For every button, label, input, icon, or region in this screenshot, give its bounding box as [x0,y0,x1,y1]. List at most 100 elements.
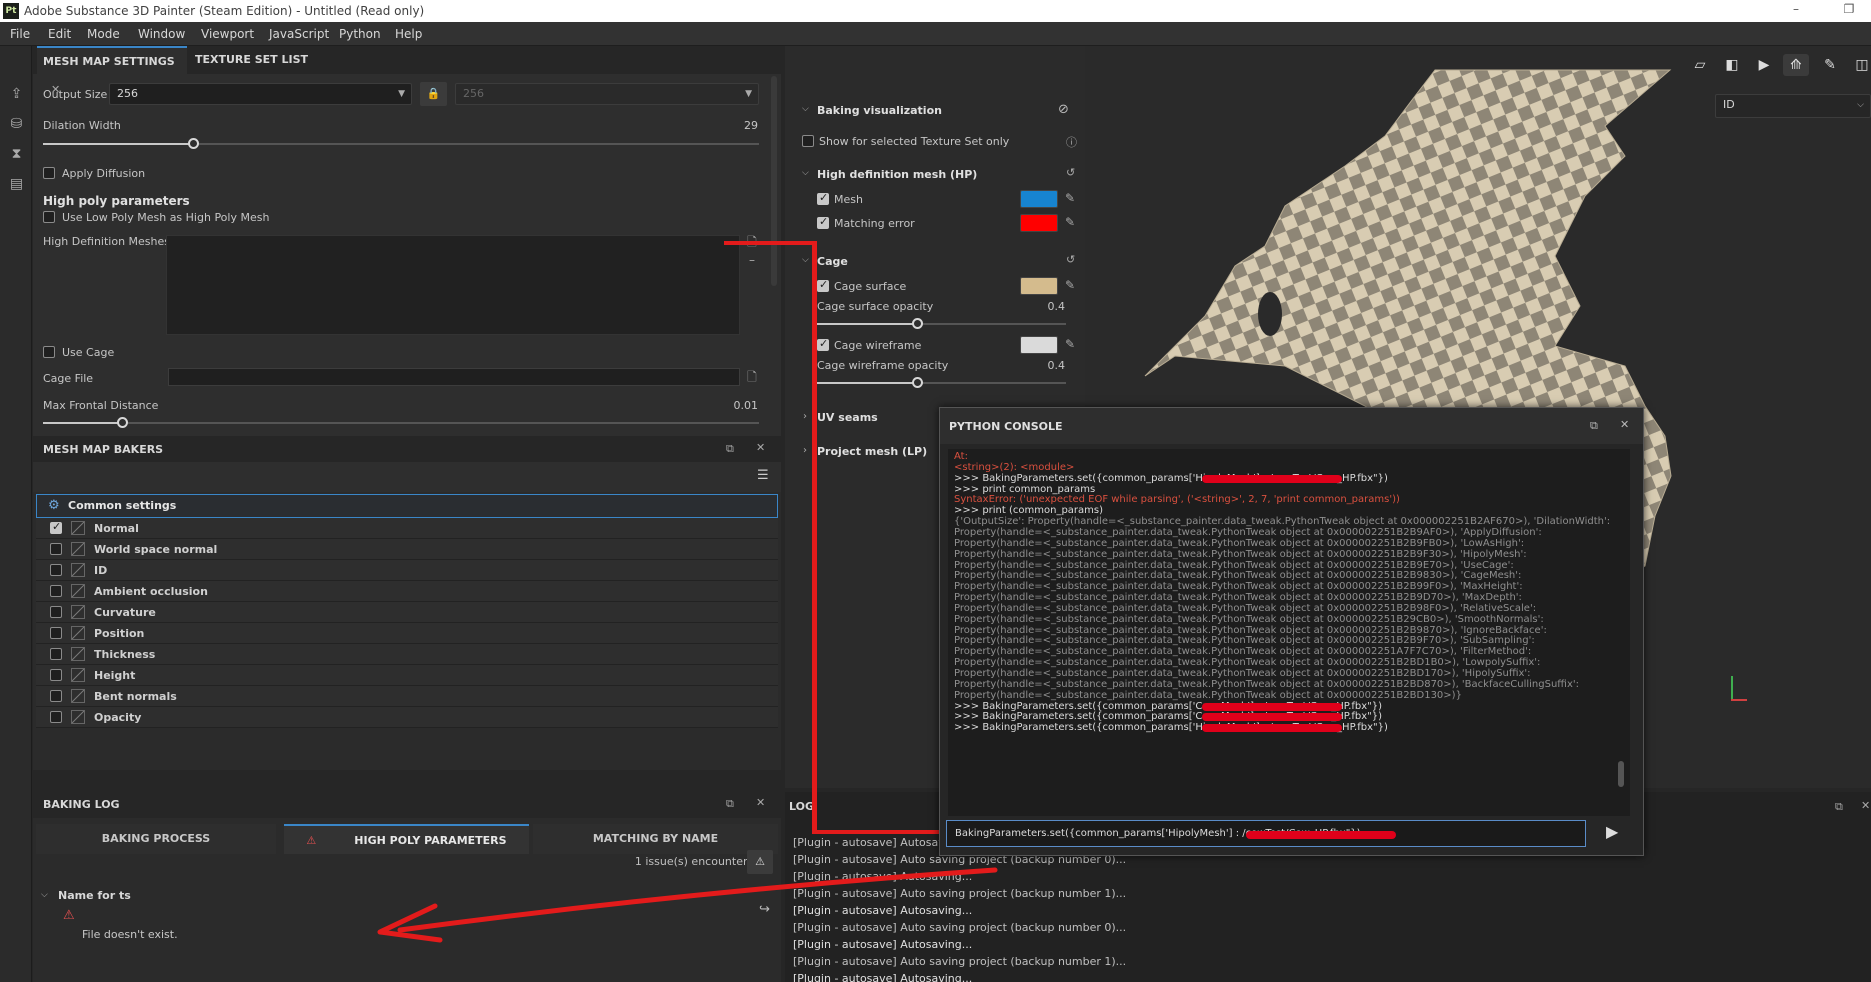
float-icon[interactable]: ⧉ [1835,800,1843,814]
info-icon[interactable]: ⓘ [1066,134,1077,150]
console-scrollbar[interactable] [1618,761,1624,787]
tab-mesh-map-settings[interactable]: MESH MAP SETTINGS ✕ [37,46,187,96]
menu-help[interactable]: Help [395,27,422,41]
menu-python[interactable]: Python [339,27,381,41]
close-icon[interactable]: ✕ [1620,418,1629,431]
chevron-down-icon[interactable]: ⌵ [802,104,809,114]
chevron-down-icon[interactable]: ⌵ [41,890,48,900]
warning-icon[interactable]: ⚠ [747,850,773,874]
float-icon[interactable]: ⧉ [726,797,734,811]
max-frontal-thumb[interactable] [116,417,128,428]
float-icon[interactable]: ⧉ [726,442,734,456]
common-settings-row[interactable]: ⚙ Common settings [36,494,778,518]
baker-checkbox[interactable] [50,627,62,639]
camera-icon[interactable]: ▶ [1751,54,1777,76]
remove-icon[interactable]: – [744,252,760,268]
cage-surface-color-swatch[interactable] [1020,277,1058,295]
baker-row[interactable]: Bent normals [36,686,778,707]
menu-edit[interactable]: Edit [48,27,71,41]
tab-baking-process[interactable]: BAKING PROCESS [36,824,276,854]
cage-wireframe-opacity-thumb[interactable] [911,377,923,388]
menu-window[interactable]: Window [138,27,185,41]
cage-file-input[interactable] [168,368,740,386]
eyedropper-icon[interactable]: ✎ [1065,191,1075,205]
bake-icon[interactable]: ⛁ [8,116,25,133]
max-frontal-slider[interactable] [43,422,759,424]
window-icon[interactable]: ◫ [1849,54,1871,76]
hd-meshes-list[interactable] [166,235,740,335]
cage-surface-opacity-thumb[interactable] [911,318,923,329]
cube-icon[interactable]: ◧ [1719,54,1745,76]
run-icon[interactable]: ▶ [1606,822,1618,841]
tab-matching-by-name[interactable]: MATCHING BY NAME [533,824,778,854]
baker-checkbox[interactable] [50,690,62,702]
bake-visual-icon[interactable]: ⟰ [1783,54,1809,76]
reset-icon[interactable]: ↺ [1066,166,1075,179]
cage-surface-checkbox[interactable] [817,278,829,292]
channel-dropdown[interactable]: ID ⌵ [1715,94,1871,118]
mms-scrollbar[interactable] [771,76,777,286]
hourglass-icon[interactable]: ⧗ [8,146,25,163]
baker-row[interactable]: Height [36,665,778,686]
baker-checkbox[interactable] [50,669,62,681]
chevron-down-icon[interactable]: ⌵ [802,255,809,265]
baker-checkbox[interactable] [50,711,62,723]
baker-row[interactable]: Opacity [36,707,778,728]
menu-mode[interactable]: Mode [87,27,120,41]
mesh-color-swatch[interactable] [1020,190,1058,208]
brush-icon[interactable]: ✎ [1817,54,1843,76]
restore-button[interactable]: ❐ [1834,2,1864,16]
float-icon[interactable]: ⧉ [1590,419,1598,433]
eyedropper-icon[interactable]: ✎ [1065,215,1075,229]
baker-row[interactable]: ID [36,560,778,581]
dilation-width-thumb[interactable] [188,138,200,149]
show-selected-checkbox[interactable] [802,135,814,147]
baker-row[interactable]: Position [36,623,778,644]
mesh-checkbox[interactable] [817,191,829,205]
eye-off-icon[interactable]: ⊘ [1058,102,1069,117]
baker-checkbox[interactable] [50,543,62,555]
baker-checkbox[interactable] [50,520,62,534]
cage-wireframe-checkbox[interactable] [817,337,829,351]
python-console-output[interactable]: At: <string>(2): <module> >>> BakingParam… [948,449,1630,816]
baker-checkbox[interactable] [50,606,62,618]
matching-error-checkbox[interactable] [817,215,829,229]
chevron-right-icon[interactable]: › [803,445,807,456]
minimize-button[interactable]: – [1781,2,1811,16]
file-icon[interactable]: 🗋 [744,369,760,385]
use-low-poly-checkbox[interactable] [43,211,55,223]
eyedropper-icon[interactable]: ✎ [1065,278,1075,292]
menu-icon[interactable]: ☰ [757,468,769,483]
chevron-down-icon[interactable]: ⌵ [802,168,809,178]
menu-file[interactable]: File [10,27,30,41]
output-size-dropdown[interactable]: 256 ▼ [109,83,412,105]
report-icon[interactable]: ▤ [8,176,25,193]
selection-icon[interactable]: ▱ [1687,54,1713,76]
close-icon[interactable]: ✕ [1861,799,1870,812]
close-icon[interactable]: ✕ [756,441,765,454]
menu-javascript[interactable]: JavaScript [269,27,329,41]
apply-diffusion-checkbox[interactable] [43,167,55,179]
baker-row[interactable]: Curvature [36,602,778,623]
export-icon[interactable]: ⇪ [8,86,25,103]
baker-checkbox[interactable] [50,648,62,660]
baker-row[interactable]: Thickness [36,644,778,665]
tab-texture-set-list[interactable]: TEXTURE SET LIST [189,46,319,74]
matching-error-color-swatch[interactable] [1020,214,1058,232]
close-icon[interactable]: ✕ [756,796,765,809]
tab-high-poly-parameters[interactable]: ⚠ HIGH POLY PARAMETERS [284,824,529,854]
baker-checkbox[interactable] [50,585,62,597]
eyedropper-icon[interactable]: ✎ [1065,337,1075,351]
log-line: [Plugin - autosave] Auto saving project … [793,955,1127,968]
baker-row[interactable]: Normal [36,518,778,539]
use-cage-checkbox[interactable] [43,346,55,358]
cage-wireframe-color-swatch[interactable] [1020,336,1058,354]
share-icon[interactable]: ↪ [759,902,770,917]
lock-icon[interactable]: 🔒 [420,82,447,106]
baker-row[interactable]: Ambient occlusion [36,581,778,602]
reset-icon[interactable]: ↺ [1066,253,1075,266]
chevron-right-icon[interactable]: › [803,411,807,422]
baker-row[interactable]: World space normal [36,539,778,560]
baker-checkbox[interactable] [50,564,62,576]
menu-viewport[interactable]: Viewport [201,27,254,41]
